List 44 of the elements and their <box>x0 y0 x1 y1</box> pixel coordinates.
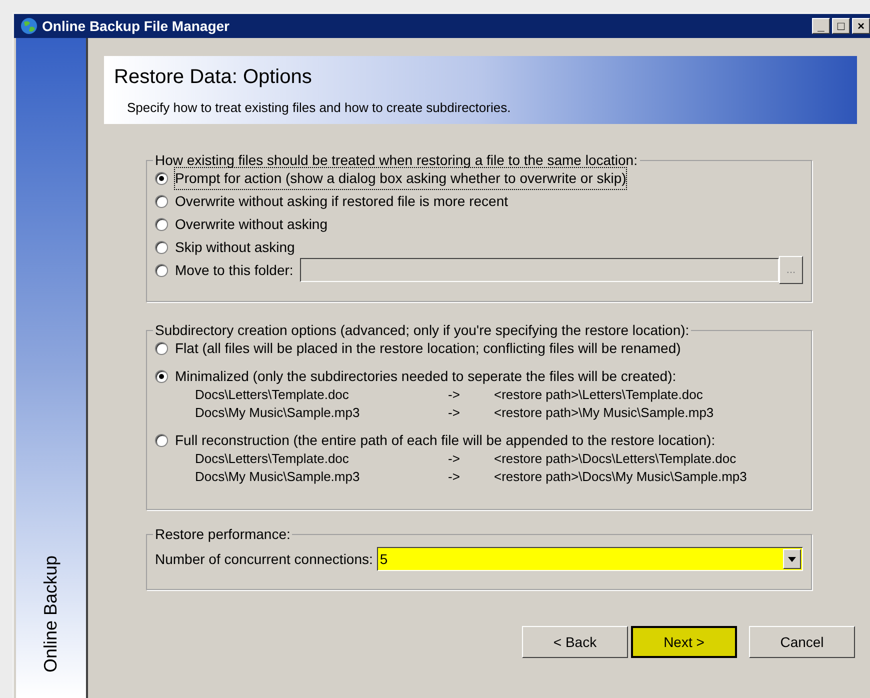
next-button[interactable]: Next > <box>631 626 737 658</box>
radio-button[interactable] <box>155 370 168 382</box>
source-path: Docs\My Music\Sample.mp3 <box>195 468 361 485</box>
group-label: How existing files should be treated when restoring a file to the same location: <box>154 151 638 170</box>
option-label: Overwrite without asking <box>175 214 328 234</box>
mapping-arrow: -> <box>448 404 461 421</box>
radio-button[interactable] <box>155 172 168 184</box>
radio-button[interactable] <box>155 264 168 276</box>
radio-button[interactable] <box>155 240 168 254</box>
page-subtitle: Specify how to treat existing files and how to create subdirectories. <box>127 99 512 117</box>
mapping-arrow: -> <box>448 386 461 403</box>
field-label: Number of concurrent connections: <box>155 550 373 568</box>
mapping-arrow: -> <box>448 450 461 467</box>
option-label: Prompt for action (show a dialog box asking whether to overwrite or skip) <box>175 168 626 188</box>
connections-dropdown[interactable]: 5 <box>376 547 803 571</box>
cancel-button[interactable]: Cancel <box>749 626 855 658</box>
source-path: Docs\My Music\Sample.mp3 <box>195 404 361 421</box>
radio-button[interactable] <box>155 342 168 354</box>
page-title: Restore Data: Options <box>114 65 313 90</box>
minimize-button[interactable]: _ <box>812 18 830 34</box>
globe-icon <box>20 17 38 35</box>
close-button[interactable]: × <box>852 18 870 34</box>
radio-button[interactable] <box>155 218 168 230</box>
mapping-arrow: -> <box>448 468 461 485</box>
target-path: <restore path>\My Music\Sample.mp3 <box>494 404 714 421</box>
option-label: Move to this folder: <box>175 260 294 280</box>
option-label: Minimalized (only the subdirectories needed to seperate the files will be created): <box>175 366 676 386</box>
radio-button[interactable] <box>155 434 168 446</box>
radio-button[interactable] <box>155 194 168 208</box>
option-label: Full reconstruction (the entire path of each file will be appended to the restore location): <box>175 430 716 450</box>
option-label: Flat (all files will be placed in the restore location; conflicting files will be renamed) <box>175 338 681 358</box>
group-label: Restore performance: <box>154 525 292 544</box>
group-label: Subdirectory creation options (advanced; only if you're specifying the restore location): <box>154 321 690 340</box>
target-path: <restore path>\Docs\My Music\Sample.mp3 <box>494 468 747 485</box>
maximize-button[interactable]: □ <box>832 18 850 34</box>
sidebar-label: Online Backup <box>40 555 62 673</box>
window-title: Online Backup File Manager <box>42 16 230 36</box>
back-button[interactable]: < Back <box>522 626 628 658</box>
source-path: Docs\Letters\Template.doc <box>195 386 350 403</box>
target-path: <restore path>\Letters\Template.doc <box>494 386 703 403</box>
option-label: Skip without asking <box>175 238 295 257</box>
source-path: Docs\Letters\Template.doc <box>195 450 350 467</box>
target-path: <restore path>\Docs\Letters\Template.doc <box>494 450 736 467</box>
option-label: Overwrite without asking if restored file is more recent <box>175 192 508 211</box>
